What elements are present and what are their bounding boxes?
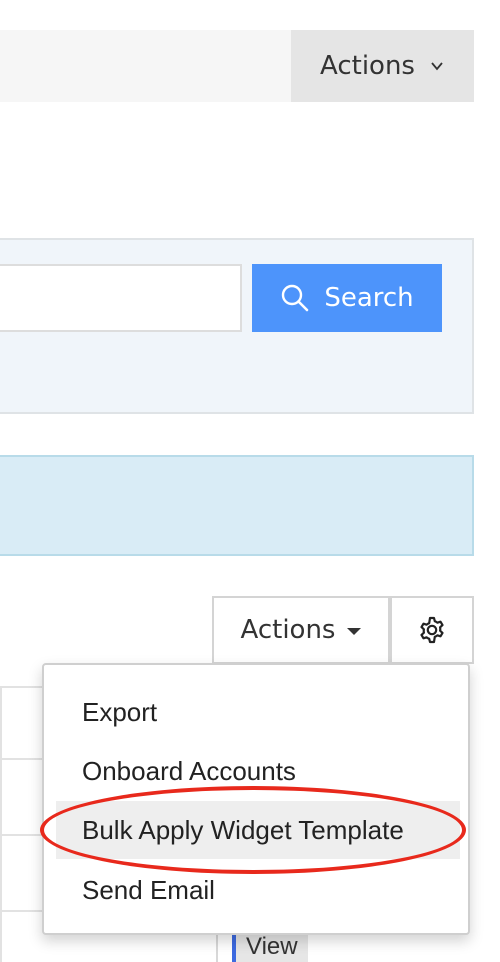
view-link[interactable]: View [232,933,308,962]
menu-item-export[interactable]: Export [56,683,460,741]
actions-dropdown-menu: Export Onboard Accounts Bulk Apply Widge… [42,663,470,935]
column-settings-button[interactable] [390,596,474,664]
table-row-divider [0,910,44,912]
search-button[interactable]: Search [252,264,442,332]
table-actions-button[interactable]: Actions [212,596,390,664]
gear-icon [420,616,444,644]
top-actions-button[interactable]: Actions [291,30,474,102]
caret-down-icon [347,628,362,635]
menu-item-bulk-apply-widget-template[interactable]: Bulk Apply Widget Template [56,801,460,859]
info-banner [0,455,474,556]
search-button-label: Search [324,283,414,313]
table-cell-divider [216,934,218,962]
table-actions-label: Actions [240,615,336,645]
table-row-divider [0,758,44,760]
table-row-divider [0,834,44,836]
table-border [0,686,2,962]
chevron-down-icon [431,62,443,71]
page: Actions Search Actions View Export Onboa… [0,0,500,962]
table-row-divider [0,686,44,688]
top-actions-label: Actions [320,51,415,81]
menu-item-send-email[interactable]: Send Email [56,861,460,919]
search-input[interactable] [0,264,242,332]
menu-item-onboard-accounts[interactable]: Onboard Accounts [56,742,460,800]
search-icon [282,284,309,312]
